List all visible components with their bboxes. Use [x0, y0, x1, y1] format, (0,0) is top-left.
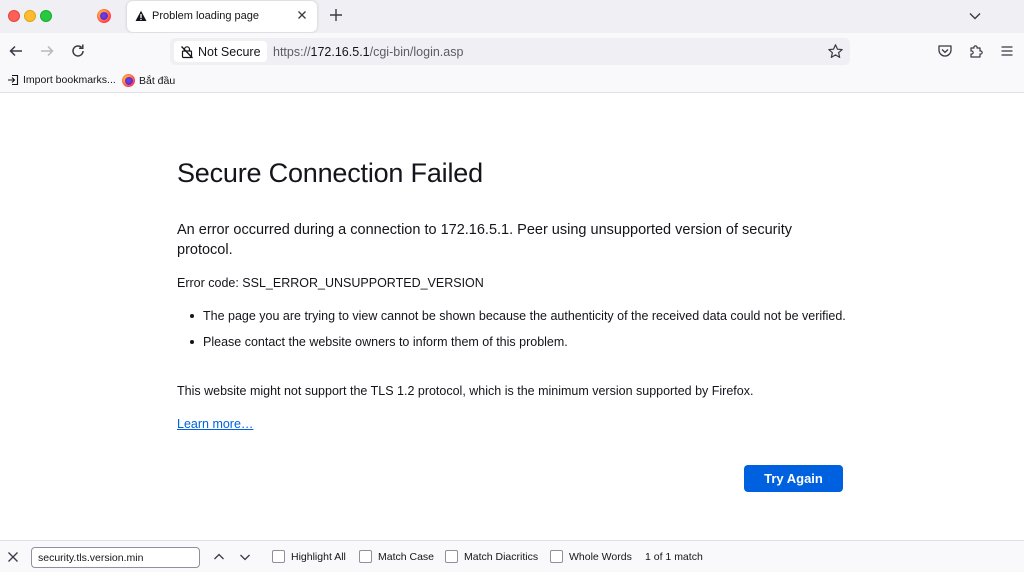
- navigation-toolbar: Not Secure https://172.16.5.1/cgi-bin/lo…: [0, 33, 1024, 69]
- close-icon[interactable]: [295, 8, 309, 22]
- bookmarks-toolbar: Import bookmarks... Bắt đầu: [0, 69, 1024, 93]
- tls-note: This website might not support the TLS 1…: [177, 384, 754, 398]
- learn-more-link[interactable]: Learn more…: [177, 417, 253, 431]
- list-item: Please contact the website owners to inf…: [190, 332, 850, 352]
- bookmark-label: Bắt đầu: [139, 74, 176, 87]
- checkbox-box[interactable]: [445, 550, 458, 563]
- error-page: Secure Connection Failed An error occurr…: [0, 94, 1024, 540]
- chevron-down-icon[interactable]: [967, 8, 983, 24]
- firefox-logo-icon: [122, 74, 135, 87]
- bookmark-label: Import bookmarks...: [23, 74, 116, 86]
- checkbox-box[interactable]: [272, 550, 285, 563]
- tab-title: Problem loading page: [152, 10, 260, 22]
- site-security-button[interactable]: Not Secure: [174, 41, 267, 62]
- chevron-up-icon[interactable]: [212, 550, 226, 564]
- extensions-icon[interactable]: [968, 43, 984, 59]
- list-item: The page you are trying to view cannot b…: [190, 306, 850, 326]
- url-path: /cgi-bin/login.asp: [369, 45, 464, 59]
- match-diacritics-checkbox[interactable]: Match Diacritics: [445, 550, 538, 563]
- forward-arrow-icon[interactable]: [38, 42, 56, 60]
- error-code: Error code: SSL_ERROR_UNSUPPORTED_VERSIO…: [177, 276, 484, 290]
- find-bar: Highlight All Match Case Match Diacritic…: [0, 540, 1024, 572]
- window-close-button[interactable]: [8, 10, 20, 22]
- highlight-all-checkbox[interactable]: Highlight All: [272, 550, 346, 563]
- find-match-status: 1 of 1 match: [645, 551, 703, 563]
- import-icon: [8, 74, 19, 86]
- checkbox-box[interactable]: [550, 550, 563, 563]
- pocket-icon[interactable]: [937, 43, 953, 59]
- url-text[interactable]: https://172.16.5.1/cgi-bin/login.asp: [273, 45, 463, 59]
- url-scheme: https://: [273, 45, 311, 59]
- window-minimize-button[interactable]: [24, 10, 36, 22]
- tab-problem-loading-page[interactable]: Problem loading page: [127, 1, 317, 32]
- find-input[interactable]: [31, 547, 200, 568]
- match-case-checkbox[interactable]: Match Case: [359, 550, 434, 563]
- address-bar[interactable]: Not Secure https://172.16.5.1/cgi-bin/lo…: [170, 38, 850, 65]
- pinned-tab[interactable]: [97, 9, 111, 23]
- lock-slash-icon: [181, 45, 193, 58]
- bookmark-bat-dau[interactable]: Bắt đầu: [122, 74, 175, 87]
- star-icon[interactable]: [827, 43, 844, 60]
- checkbox-label: Match Case: [378, 550, 435, 563]
- chevron-down-icon[interactable]: [238, 550, 252, 564]
- error-description: An error occurred during a connection to…: [177, 222, 793, 258]
- page-title: Secure Connection Failed: [177, 158, 483, 188]
- checkbox-label: Match Diacritics: [464, 550, 539, 563]
- warning-triangle-icon: [135, 10, 147, 21]
- menu-icon[interactable]: [999, 43, 1015, 59]
- back-arrow-icon[interactable]: [7, 42, 25, 60]
- plus-icon[interactable]: [327, 5, 345, 25]
- tab-strip: Problem loading page: [0, 0, 1024, 33]
- url-host: 172.16.5.1: [310, 45, 370, 59]
- not-secure-label: Not Secure: [198, 44, 261, 59]
- checkbox-label: Highlight All: [291, 550, 346, 563]
- close-icon[interactable]: [6, 550, 20, 564]
- bookmark-import[interactable]: Import bookmarks...: [7, 74, 116, 86]
- checkbox-box[interactable]: [359, 550, 372, 563]
- window-zoom-button[interactable]: [40, 10, 52, 22]
- checkbox-label: Whole Words: [569, 550, 632, 563]
- try-again-button[interactable]: Try Again: [744, 465, 843, 492]
- reload-icon[interactable]: [69, 42, 87, 60]
- error-details-list: The page you are trying to view cannot b…: [190, 306, 850, 358]
- firefox-logo-icon: [97, 9, 111, 23]
- whole-words-checkbox[interactable]: Whole Words: [550, 550, 632, 563]
